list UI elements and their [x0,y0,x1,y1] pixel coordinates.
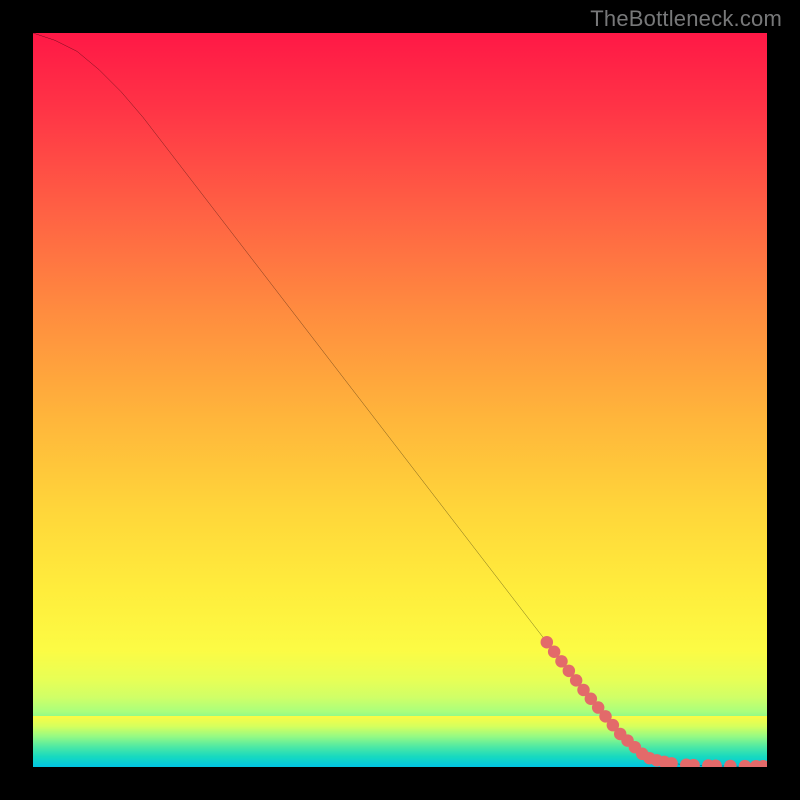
highlight-dot [739,760,751,767]
plot-area [33,33,767,767]
highlight-dots [541,636,767,767]
highlight-dot [724,760,736,767]
bottleneck-curve-line [33,33,767,766]
watermark-text: TheBottleneck.com [590,6,782,32]
chart-frame: TheBottleneck.com [0,0,800,800]
curve-layer [33,33,767,767]
